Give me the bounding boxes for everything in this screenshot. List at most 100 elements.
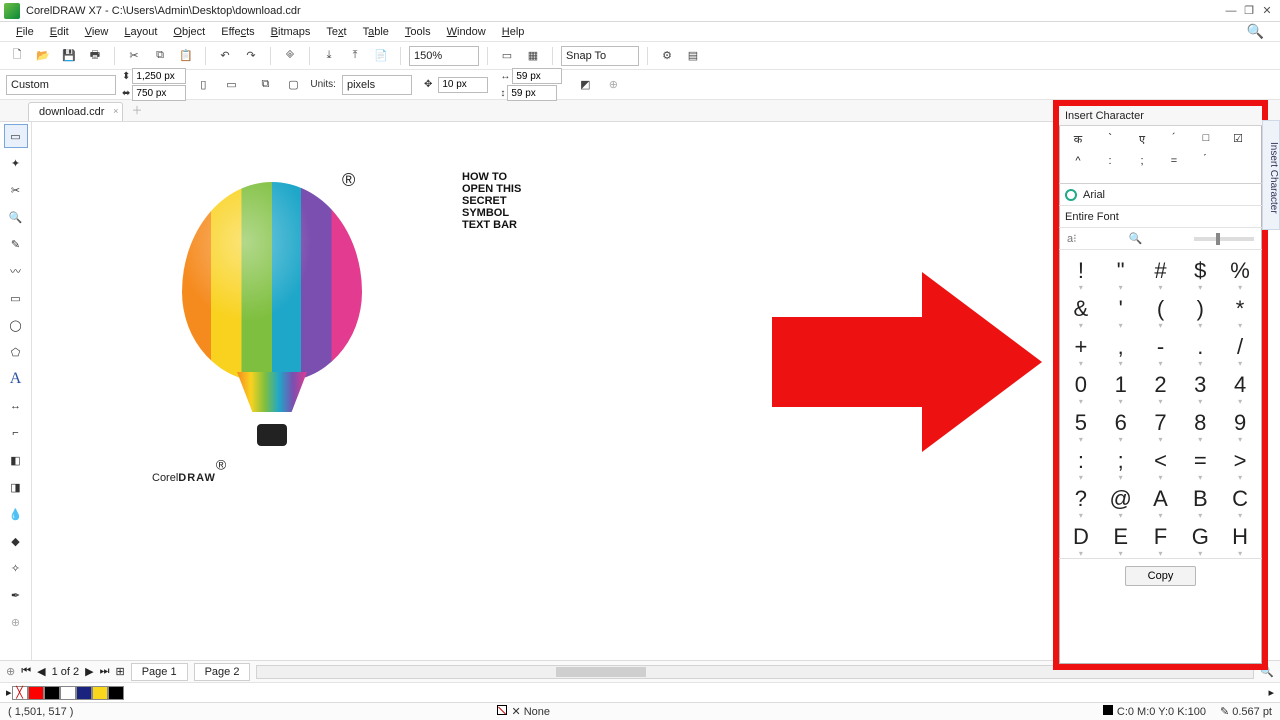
text-tool[interactable]: A <box>4 367 28 391</box>
export-button[interactable]: ⤒ <box>344 45 366 67</box>
glyph-cell[interactable]: C <box>1220 480 1260 518</box>
glyph-cell[interactable]: 9 <box>1220 404 1260 442</box>
polygon-tool[interactable]: ⬠ <box>4 340 28 364</box>
next-page-button[interactable]: ▶ <box>85 665 93 678</box>
maximize-button[interactable]: ❐ <box>1240 4 1258 17</box>
glyph-cell[interactable]: E <box>1101 518 1141 556</box>
menu-effects[interactable]: Effects <box>213 24 262 40</box>
menu-file[interactable]: File <box>8 24 42 40</box>
glyph-cell[interactable]: < <box>1141 442 1181 480</box>
glyph-cell[interactable]: = <box>1180 442 1220 480</box>
outline-tool[interactable]: ✒ <box>4 583 28 607</box>
show-rulers-button[interactable]: ▦ <box>522 45 544 67</box>
glyph-cell[interactable]: 3 <box>1180 366 1220 404</box>
glyph-cell[interactable]: . <box>1180 328 1220 366</box>
swatch-black-2[interactable] <box>108 686 124 700</box>
glyph-cell[interactable]: ; <box>1101 442 1141 480</box>
swatch-white[interactable] <box>60 686 76 700</box>
glyph-cell[interactable]: @ <box>1101 480 1141 518</box>
menu-tools[interactable]: Tools <box>397 24 439 40</box>
landscape-button[interactable]: ▭ <box>220 74 242 96</box>
glyph-cell[interactable]: H <box>1220 518 1260 556</box>
glyph-cell[interactable]: & <box>1061 290 1101 328</box>
save-button[interactable]: 💾 <box>58 45 80 67</box>
zoom-combo[interactable]: 150%▼ <box>409 46 479 66</box>
close-button[interactable]: ✕ <box>1258 4 1276 17</box>
new-tab-button[interactable]: ＋ <box>123 99 150 121</box>
snap-combo[interactable]: Snap To▼ <box>561 46 639 66</box>
glyph-cell[interactable]: ' <box>1101 290 1141 328</box>
menu-object[interactable]: Object <box>165 24 213 40</box>
ellipse-tool[interactable]: ◯ <box>4 313 28 337</box>
add-page-after-button[interactable]: ⊞ <box>116 665 125 678</box>
swatch-red[interactable] <box>28 686 44 700</box>
docker-title[interactable]: Insert Character <box>1059 106 1262 126</box>
connector-tool[interactable]: ⌐ <box>4 421 28 445</box>
units-combo[interactable]: pixels▼ <box>342 75 412 95</box>
glyph-cell[interactable]: / <box>1220 328 1260 366</box>
glyph-cell[interactable]: 6 <box>1101 404 1141 442</box>
redo-button[interactable]: ↷ <box>240 45 262 67</box>
import-button[interactable]: ⤓ <box>318 45 340 67</box>
glyph-cell[interactable]: + <box>1061 328 1101 366</box>
swatch-none[interactable]: ╳ <box>12 686 28 700</box>
glyph-cell[interactable]: 1 <box>1101 366 1141 404</box>
swatch-black[interactable] <box>44 686 60 700</box>
glyph-cell[interactable]: $ <box>1180 252 1220 290</box>
new-doc-button[interactable]: 🗋 <box>6 45 28 67</box>
cut-button[interactable]: ✂ <box>123 45 145 67</box>
menu-window[interactable]: Window <box>439 24 494 40</box>
glyph-cell[interactable]: F <box>1141 518 1181 556</box>
smart-fill-tool[interactable]: ✧ <box>4 556 28 580</box>
first-page-button[interactable]: ⏮ <box>21 665 31 678</box>
quick-customize-button[interactable]: ⊕ <box>4 610 28 634</box>
freehand-tool[interactable]: ✎ <box>4 232 28 256</box>
glyph-cell[interactable]: , <box>1101 328 1141 366</box>
glyph-cell[interactable]: B <box>1180 480 1220 518</box>
glyph-cell[interactable]: 7 <box>1141 404 1181 442</box>
pick-tool[interactable]: ▭ <box>4 124 28 148</box>
duplicate-y-input[interactable] <box>507 85 557 101</box>
search-content-button[interactable]: 🞜 <box>279 45 301 67</box>
artistic-media-tool[interactable]: 〰 <box>4 259 28 283</box>
nudge-input[interactable] <box>438 77 488 93</box>
interactive-fill-tool[interactable]: ◆ <box>4 529 28 553</box>
menu-help[interactable]: Help <box>494 24 533 40</box>
crop-tool[interactable]: ✂ <box>4 178 28 202</box>
current-page-button[interactable]: ▢ <box>282 74 304 96</box>
zoom-tool[interactable]: 🔍 <box>4 205 28 229</box>
undo-button[interactable]: ↶ <box>214 45 236 67</box>
add-page-button[interactable]: ⊕ <box>6 665 15 678</box>
glyph-cell[interactable]: 4 <box>1220 366 1260 404</box>
transparency-tool[interactable]: ◨ <box>4 475 28 499</box>
print-button[interactable]: 🖶 <box>84 45 106 67</box>
glyph-cell[interactable]: * <box>1220 290 1260 328</box>
treat-as-filled-button[interactable]: ◩ <box>574 74 596 96</box>
document-tab[interactable]: download.cdr × <box>28 102 123 121</box>
copy-button[interactable]: Copy <box>1125 566 1197 586</box>
app-launcher-button[interactable]: ▤ <box>682 45 704 67</box>
glyph-cell[interactable]: 8 <box>1180 404 1220 442</box>
glyph-cell[interactable]: 0 <box>1061 366 1101 404</box>
glyph-cell[interactable]: ! <box>1061 252 1101 290</box>
docker-side-tab[interactable]: Insert Character <box>1262 120 1280 230</box>
tab-close-icon[interactable]: × <box>113 106 118 116</box>
menu-view[interactable]: View <box>77 24 117 40</box>
prev-page-button[interactable]: ◀ <box>37 665 45 678</box>
copy-button[interactable]: ⧉ <box>149 45 171 67</box>
fullscreen-button[interactable]: ▭ <box>496 45 518 67</box>
menu-bitmaps[interactable]: Bitmaps <box>263 24 319 40</box>
menu-edit[interactable]: Edit <box>42 24 77 40</box>
open-button[interactable]: 📂 <box>32 45 54 67</box>
font-selector[interactable]: Arial <box>1059 184 1262 206</box>
eyedropper-tool[interactable]: 💧 <box>4 502 28 526</box>
swatch-navy[interactable] <box>76 686 92 700</box>
glyph-cell[interactable]: > <box>1220 442 1260 480</box>
add-preset-button[interactable]: ⊕ <box>602 74 624 96</box>
all-pages-button[interactable]: ⧉ <box>254 74 276 96</box>
glyph-cell[interactable]: ( <box>1141 290 1181 328</box>
page-tab-1[interactable]: Page 1 <box>131 663 188 681</box>
glyph-cell[interactable]: : <box>1061 442 1101 480</box>
menu-layout[interactable]: Layout <box>116 24 165 40</box>
publish-pdf-button[interactable]: 📄 <box>370 45 392 67</box>
